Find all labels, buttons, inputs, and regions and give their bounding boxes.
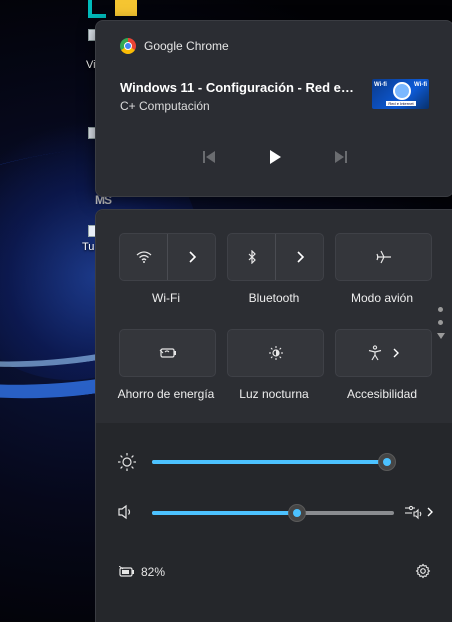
wifi-icon: [136, 251, 151, 263]
page-dot[interactable]: [438, 307, 443, 312]
wifi-expand-button[interactable]: [168, 234, 215, 280]
accessibility-tile[interactable]: [335, 329, 432, 377]
brightness-fill: [152, 460, 387, 464]
quick-settings-panel: Wi-Fi Bluetooth Modo avión Ahorro de ene…: [95, 209, 452, 622]
next-track-icon[interactable]: [331, 147, 351, 167]
desktop-app-icon[interactable]: [88, 0, 106, 18]
media-title: Windows 11 - Configuración - Red e…: [120, 80, 354, 95]
battery-saver-label: Ahorro de energía: [117, 387, 215, 401]
battery-saver-tile[interactable]: [119, 329, 216, 377]
chrome-icon: [120, 38, 136, 54]
wifi-label: Wi-Fi: [152, 291, 180, 305]
chevron-right-icon: [188, 251, 196, 263]
bluetooth-icon: [248, 250, 256, 264]
media-thumbnail: Wi-fi Wi-fi Red e Internet: [372, 79, 429, 109]
brightness-slider-thumb[interactable]: [378, 453, 396, 471]
thumbnail-text: Wi-fi: [374, 82, 387, 88]
page-dot[interactable]: [438, 320, 443, 325]
audio-device-icon: [405, 505, 422, 520]
thumbnail-text: Wi-fi: [414, 82, 427, 88]
brightness-slider[interactable]: [152, 453, 396, 471]
airplane-mode-tile[interactable]: [335, 233, 432, 281]
chevron-right-icon: [427, 507, 433, 517]
play-icon[interactable]: [265, 147, 285, 167]
media-source: Google Chrome: [120, 38, 229, 54]
desktop-label[interactable]: Tu: [82, 241, 94, 253]
wifi-toggle[interactable]: [120, 234, 167, 280]
media-subtitle: C+ Computación: [120, 99, 210, 113]
accessibility-label: Accesibilidad: [346, 387, 418, 401]
desktop-folder-icon[interactable]: [115, 0, 137, 16]
wifi-tile[interactable]: [119, 233, 216, 281]
brightness-icon: [117, 452, 137, 477]
night-light-tile[interactable]: [227, 329, 324, 377]
bluetooth-toggle[interactable]: [228, 234, 275, 280]
volume-slider[interactable]: [152, 504, 394, 522]
volume-fill: [152, 511, 298, 515]
volume-slider-thumb[interactable]: [288, 504, 307, 522]
airplane-icon: [375, 250, 391, 264]
bluetooth-expand-button[interactable]: [276, 234, 323, 280]
night-light-icon: [268, 346, 283, 360]
previous-track-icon[interactable]: [199, 147, 219, 167]
accessibility-icon: [368, 345, 381, 361]
globe-icon: [393, 82, 411, 100]
battery-charging-icon: [119, 566, 134, 577]
night-light-label: Luz nocturna: [239, 387, 309, 401]
speaker-icon[interactable]: [117, 504, 135, 525]
airplane-mode-label: Modo avión: [350, 291, 414, 305]
settings-gear-icon[interactable]: [415, 563, 431, 584]
bluetooth-label: Bluetooth: [248, 291, 300, 305]
chevron-down-icon[interactable]: [437, 333, 445, 339]
bluetooth-tile[interactable]: [227, 233, 324, 281]
battery-status[interactable]: 82%: [119, 565, 165, 579]
audio-output-button[interactable]: [404, 504, 434, 520]
chevron-right-icon: [296, 251, 304, 263]
battery-percentage: 82%: [141, 565, 166, 579]
thumbnail-text: Red e Internet: [386, 101, 416, 106]
chevron-right-icon: [393, 348, 399, 358]
page-indicator[interactable]: [437, 307, 445, 339]
media-app-name: Google Chrome: [144, 39, 229, 53]
battery-saver-icon: [159, 348, 176, 358]
media-control-card: Google Chrome Windows 11 - Configuración…: [95, 20, 452, 197]
